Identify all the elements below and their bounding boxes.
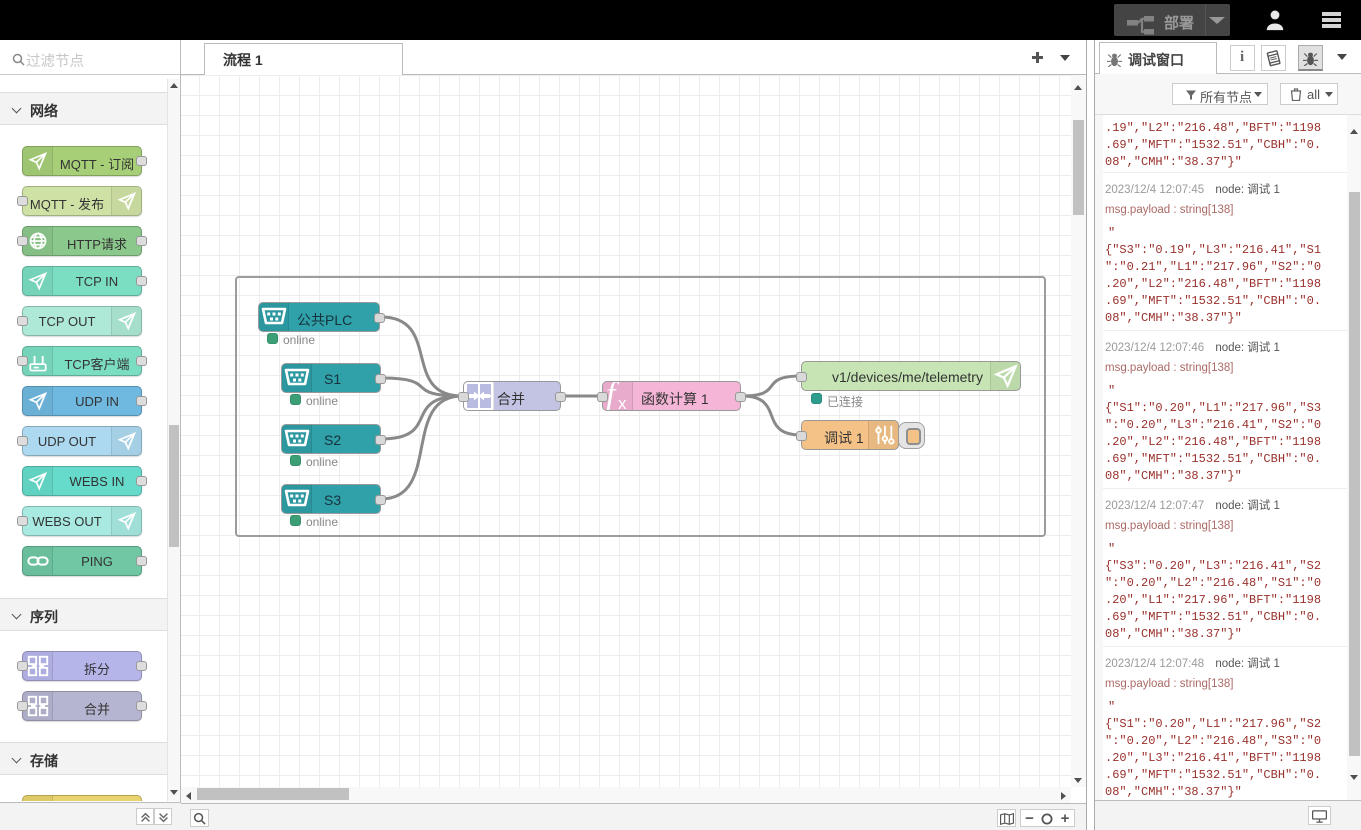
svg-text:x: x	[618, 394, 627, 410]
